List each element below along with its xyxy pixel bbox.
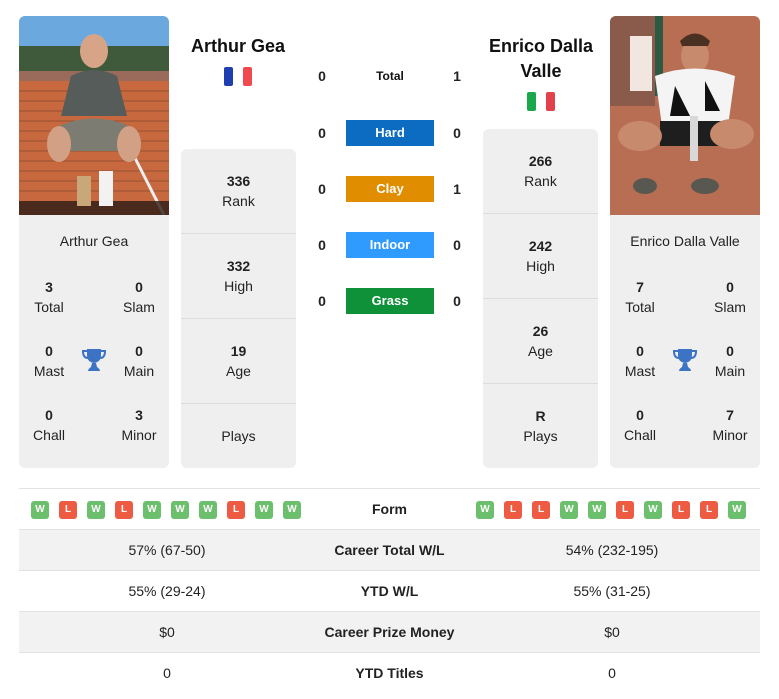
- form-win-badge: W: [283, 501, 301, 519]
- form-loss-badge: L: [532, 501, 550, 519]
- h2h-grass-row: 0 Grass 0: [310, 288, 470, 314]
- comparison-table: WLWLWWWLWW Form WLLWWLWLLW 57% (67-50) C…: [19, 488, 760, 693]
- player-left-header: Arthur Gea: [179, 34, 297, 91]
- form-win-badge: W: [199, 501, 217, 519]
- titles-minor: 3 Minor: [121, 407, 157, 443]
- h2h-total-row: 0 Total 1: [310, 63, 470, 89]
- h2h-left-count: 0: [318, 68, 326, 84]
- row-label: Career Prize Money: [324, 624, 455, 640]
- player-left-photo: [19, 16, 169, 215]
- form-row: WLWLWWWLWW Form WLLWWLWLLW: [19, 488, 760, 529]
- stat-plays: R Plays: [523, 408, 558, 444]
- h2h-left-count: 0: [318, 293, 326, 309]
- h2h-hard-row: 0 Hard 0: [310, 120, 470, 146]
- trophy-icon: [672, 349, 698, 371]
- stat-plays: Plays: [221, 428, 256, 444]
- surface-grass-badge[interactable]: Grass: [346, 288, 434, 314]
- form-loss-badge: L: [616, 501, 634, 519]
- stat-rank: 266 Rank: [483, 129, 598, 214]
- player-right-stats-card: 266 Rank 242 High 26 Age R Plays: [483, 129, 598, 468]
- h2h-right-count: 0: [453, 293, 461, 309]
- form-win-badge: W: [87, 501, 105, 519]
- row-label: Career Total W/L: [334, 542, 445, 558]
- titles-total: 3 Total: [34, 279, 64, 315]
- h2h-clay-row: 0 Clay 1: [310, 176, 470, 202]
- row-label: YTD W/L: [360, 583, 419, 599]
- titles-main: 0 Main: [123, 343, 155, 379]
- surface-hard-badge[interactable]: Hard: [346, 120, 434, 146]
- titles-total: 7 Total: [625, 279, 655, 315]
- player-right-photo: [610, 16, 760, 215]
- h2h-right-count: 1: [453, 181, 461, 197]
- stat-high: 242 High: [483, 214, 598, 299]
- form-win-badge: W: [560, 501, 578, 519]
- right-value: 55% (31-25): [573, 583, 651, 599]
- stat-high: 332 High: [181, 234, 296, 319]
- titles-chall: 0 Chall: [624, 407, 656, 443]
- form-win-badge: W: [255, 501, 273, 519]
- form-win-badge: W: [728, 501, 746, 519]
- form-win-badge: W: [588, 501, 606, 519]
- form-loss-badge: L: [672, 501, 690, 519]
- trophy-icon: [81, 349, 107, 371]
- form-win-badge: W: [143, 501, 161, 519]
- form-loss-badge: L: [59, 501, 77, 519]
- player-right-header: Enrico Dalla Valle: [482, 34, 600, 116]
- surface-indoor-badge[interactable]: Indoor: [346, 232, 434, 258]
- left-value: $0: [159, 624, 175, 640]
- stat-age: 26 Age: [483, 299, 598, 384]
- form-loss-badge: L: [700, 501, 718, 519]
- form-left: WLWLWWWLWW: [31, 501, 301, 519]
- h2h-left-count: 0: [318, 125, 326, 141]
- left-value: 57% (67-50): [128, 542, 206, 558]
- h2h-right-count: 0: [453, 125, 461, 141]
- form-loss-badge: L: [115, 501, 133, 519]
- france-flag-icon: [224, 67, 252, 86]
- titles-mast: 0 Mast: [624, 343, 656, 379]
- form-right: WLLWWLWLLW: [476, 501, 746, 519]
- player-left-name[interactable]: Arthur Gea: [179, 34, 297, 59]
- form-loss-badge: L: [227, 501, 245, 519]
- titles-chall: 0 Chall: [33, 407, 65, 443]
- player-left-titles-card: Arthur Gea 3 Total 0 Slam 0 Mast 0 Main 0 Cha…: [19, 215, 169, 468]
- table-row: 55% (29-24) YTD W/L 55% (31-25): [19, 570, 760, 611]
- player-right-name[interactable]: Enrico Dalla Valle: [482, 34, 600, 84]
- player-right-titles-card: Enrico Dalla Valle 7 Total 0 Slam 0 Mast 0M…: [610, 215, 760, 468]
- form-win-badge: W: [644, 501, 662, 519]
- italy-flag-icon: [527, 92, 555, 111]
- right-value: 0: [608, 665, 616, 681]
- titles-player-name: Arthur Gea: [59, 233, 129, 249]
- titles-player-name: Enrico Dalla Valle: [630, 233, 740, 249]
- titles-slam: 0 Slam: [714, 279, 746, 315]
- form-win-badge: W: [171, 501, 189, 519]
- left-value: 0: [163, 665, 171, 681]
- right-value: 54% (232-195): [565, 542, 659, 558]
- h2h-indoor-row: 0 Indoor 0: [310, 232, 470, 258]
- h2h-left-count: 0: [318, 181, 326, 197]
- titles-mast: 0 Mast: [33, 343, 65, 379]
- left-value: 55% (29-24): [128, 583, 206, 599]
- table-row: 57% (67-50) Career Total W/L 54% (232-19…: [19, 529, 760, 570]
- player-left-stats-card: 336 Rank 332 High 19 Age Plays: [181, 149, 296, 468]
- form-label: Form: [372, 501, 407, 517]
- h2h-right-count: 0: [453, 237, 461, 253]
- form-loss-badge: L: [504, 501, 522, 519]
- table-row: 0 YTD Titles 0: [19, 652, 760, 693]
- right-value: $0: [604, 624, 620, 640]
- form-win-badge: W: [31, 501, 49, 519]
- row-label: YTD Titles: [355, 665, 424, 681]
- stat-age: 19 Age: [181, 319, 296, 404]
- titles-main: 0 Main: [714, 343, 746, 379]
- h2h-right-count: 1: [453, 68, 461, 84]
- form-win-badge: W: [476, 501, 494, 519]
- h2h-total-label: Total: [376, 69, 404, 83]
- table-row: $0 Career Prize Money $0: [19, 611, 760, 652]
- titles-minor: 7 Minor: [712, 407, 748, 443]
- titles-slam: 0 Slam: [123, 279, 155, 315]
- stat-rank: 336 Rank: [181, 149, 296, 234]
- h2h-left-count: 0: [318, 237, 326, 253]
- surface-clay-badge[interactable]: Clay: [346, 176, 434, 202]
